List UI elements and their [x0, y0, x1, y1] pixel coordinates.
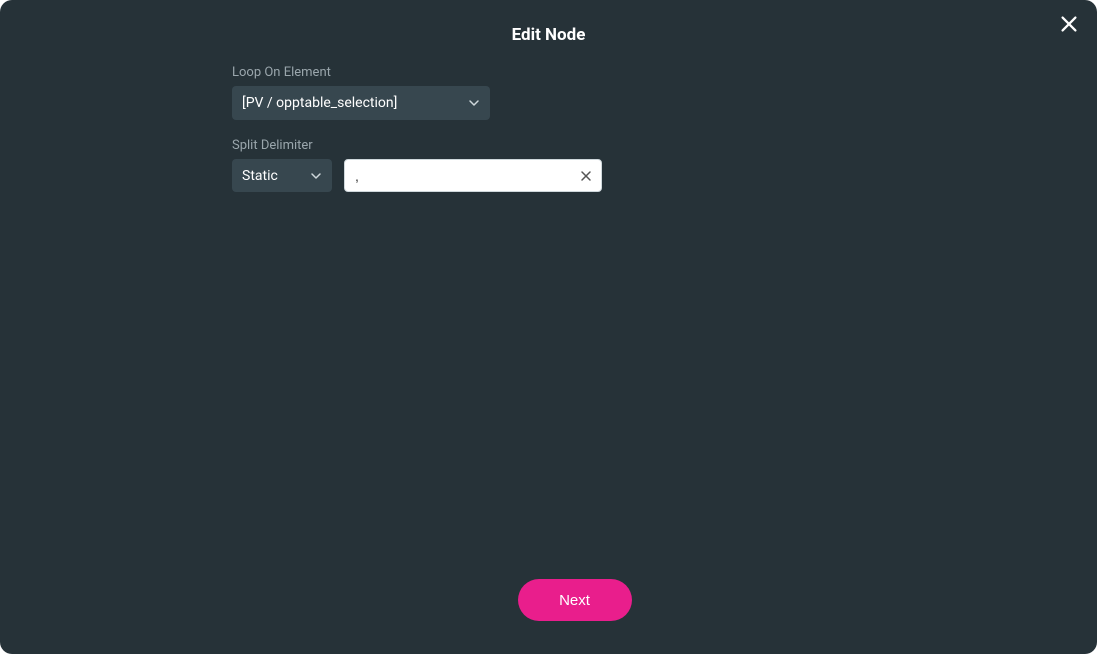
- close-icon: [580, 170, 592, 182]
- chevron-down-icon: [468, 97, 480, 109]
- loop-select-wrap: [PV / opptable_selection]: [232, 86, 490, 120]
- delimiter-input-wrap: [344, 159, 602, 192]
- edit-node-modal: Edit Node Loop On Element [PV / opptable…: [0, 0, 1097, 654]
- loop-label: Loop On Element: [232, 65, 865, 80]
- chevron-down-icon: [310, 170, 322, 182]
- close-button[interactable]: [1055, 10, 1083, 38]
- loop-select-value: [PV / opptable_selection]: [242, 95, 397, 111]
- form-area: Loop On Element [PV / opptable_selection…: [0, 65, 1097, 192]
- split-field-group: Split Delimiter Static: [232, 138, 865, 192]
- loop-field-group: Loop On Element [PV / opptable_selection…: [232, 65, 865, 120]
- close-icon: [1058, 13, 1080, 35]
- split-type-value: Static: [242, 168, 278, 184]
- split-label: Split Delimiter: [232, 138, 865, 153]
- split-type-select[interactable]: Static: [232, 159, 332, 192]
- next-button[interactable]: Next: [518, 579, 632, 621]
- split-type-wrap: Static: [232, 159, 332, 192]
- split-delimiter-input[interactable]: [344, 159, 602, 192]
- clear-delimiter-button[interactable]: [578, 168, 594, 184]
- modal-title: Edit Node: [0, 25, 1097, 45]
- split-row: Static: [232, 159, 865, 192]
- loop-on-element-select[interactable]: [PV / opptable_selection]: [232, 86, 490, 120]
